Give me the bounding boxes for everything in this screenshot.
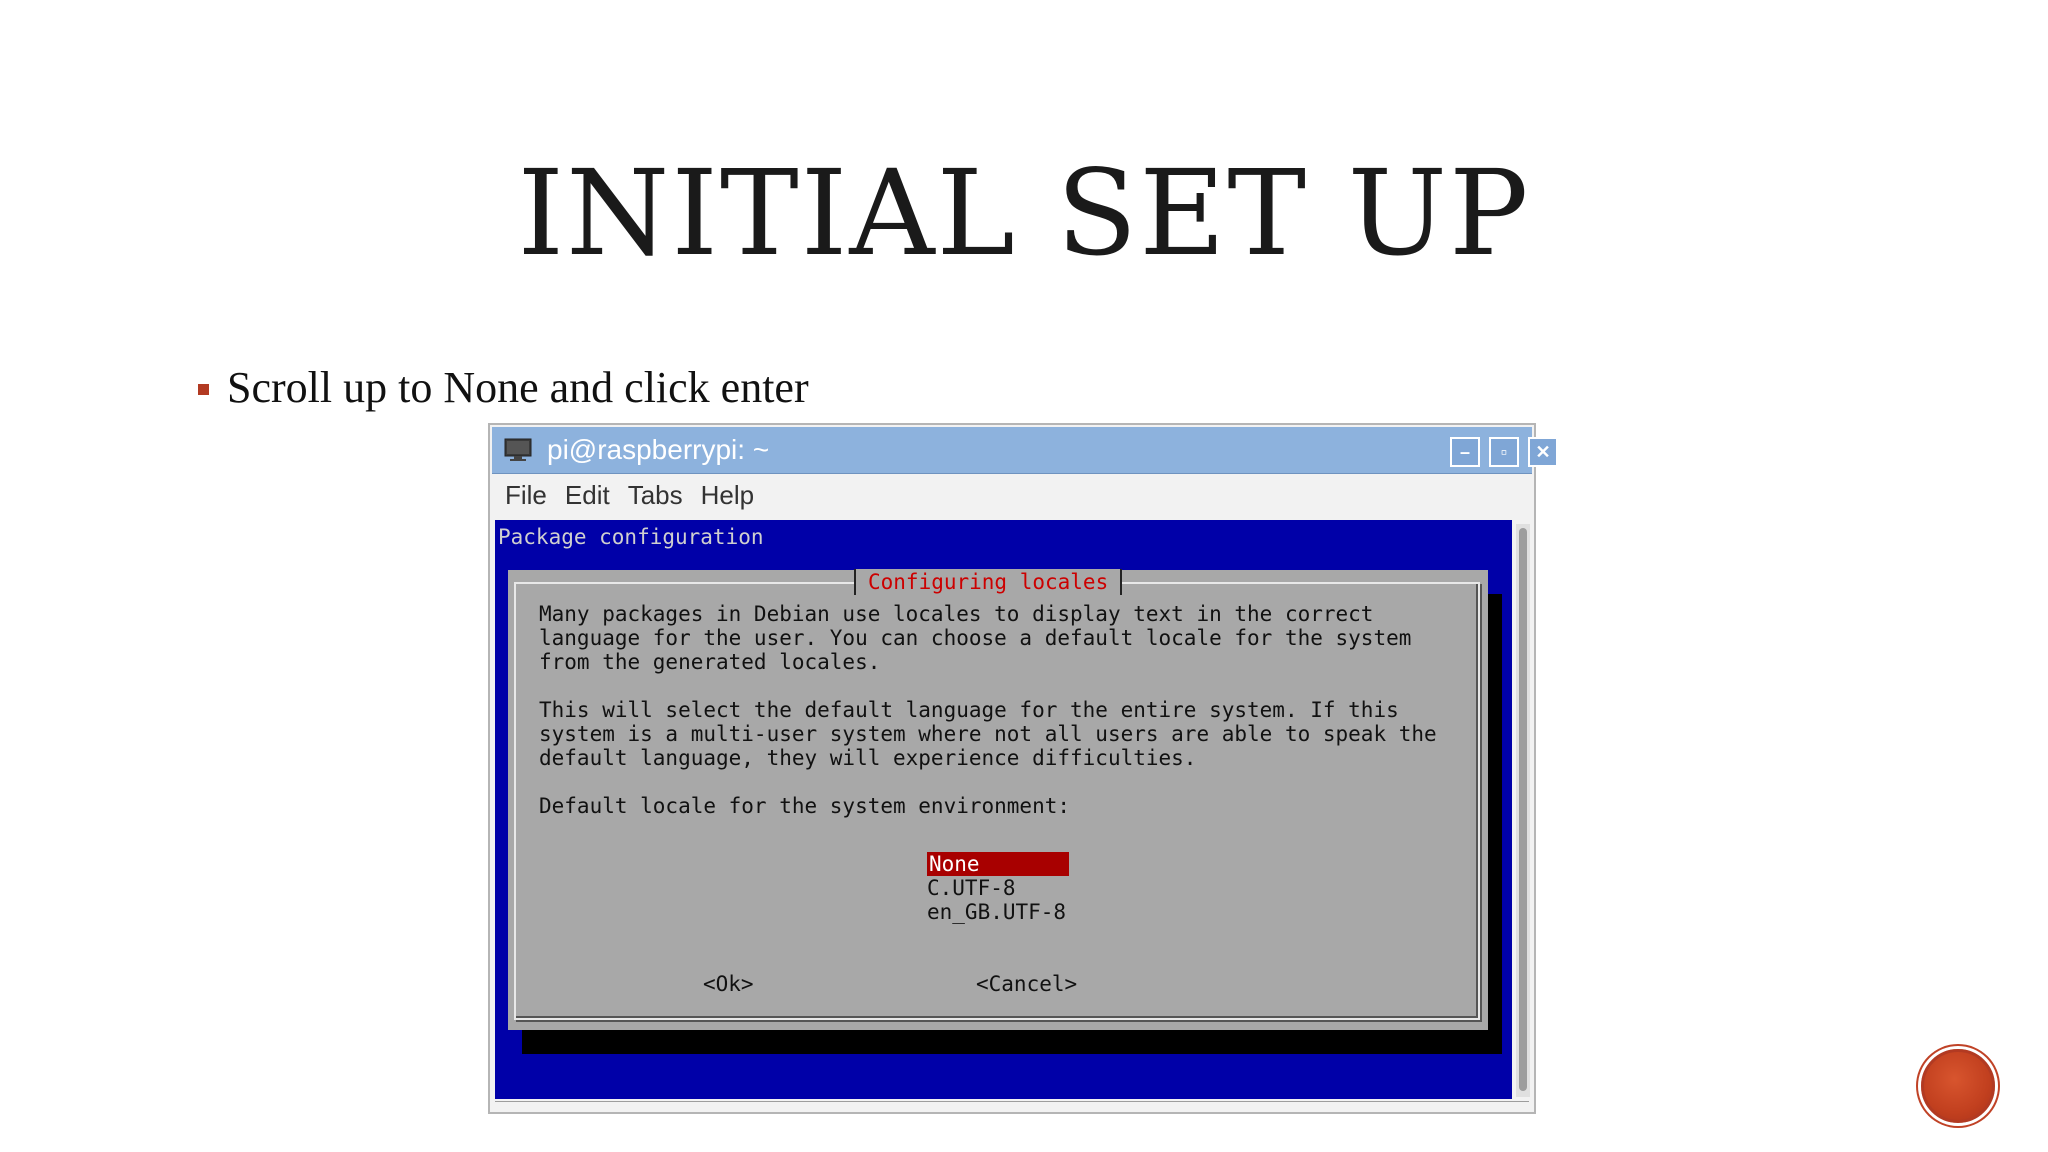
terminal-screen[interactable]: Package configuration Configuring locale… bbox=[495, 520, 1512, 1099]
window-titlebar[interactable]: pi@raspberrypi: ~ – ▫ ✕ bbox=[492, 427, 1558, 474]
dialog-frame: Configuring locales Many packages in Deb… bbox=[514, 569, 1480, 1020]
locale-option-none[interactable]: None bbox=[927, 852, 1069, 876]
dialog-line bbox=[539, 674, 1437, 698]
slide-nav-button[interactable] bbox=[1921, 1049, 1995, 1123]
cancel-button[interactable]: <Cancel> bbox=[976, 972, 1077, 996]
dialog-line bbox=[539, 770, 1437, 794]
bullet-square-icon bbox=[198, 383, 209, 395]
menu-tabs[interactable]: Tabs bbox=[619, 478, 692, 512]
locale-dialog: Configuring locales Many packages in Deb… bbox=[508, 569, 1488, 1030]
menu-help[interactable]: Help bbox=[692, 478, 763, 512]
dialog-line: from the generated locales. bbox=[539, 650, 881, 674]
dialog-line: language for the user. You can choose a … bbox=[539, 626, 1412, 650]
locale-list: None C.UTF-8 en_GB.UTF-8 bbox=[927, 852, 1069, 924]
minimize-button[interactable]: – bbox=[1450, 437, 1480, 467]
locale-option-en-gb-utf8[interactable]: en_GB.UTF-8 bbox=[927, 900, 1069, 924]
bullet-text: Scroll up to None and click enter bbox=[227, 362, 809, 412]
close-button[interactable]: ✕ bbox=[1528, 437, 1558, 467]
window-title: pi@raspberrypi: ~ bbox=[547, 434, 770, 465]
scrollbar-thumb[interactable] bbox=[1519, 528, 1527, 1091]
horizontal-scrollbar[interactable] bbox=[495, 1101, 1529, 1110]
dialog-line: default language, they will experience d… bbox=[539, 746, 1197, 770]
menu-edit[interactable]: Edit bbox=[556, 478, 619, 512]
locale-option-c-utf8[interactable]: C.UTF-8 bbox=[927, 876, 1069, 900]
terminal-icon bbox=[504, 438, 532, 461]
vertical-scrollbar[interactable] bbox=[1516, 524, 1530, 1097]
package-configuration-header: Package configuration bbox=[498, 525, 764, 549]
bullet-item: Scroll up to None and click enter bbox=[198, 362, 809, 412]
menu-file[interactable]: File bbox=[496, 478, 556, 512]
dialog-line: This will select the default language fo… bbox=[539, 698, 1399, 722]
dialog-line: system is a multi-user system where not … bbox=[539, 722, 1437, 746]
dialog-body: Many packages in Debian use locales to d… bbox=[539, 602, 1437, 818]
ok-button[interactable]: <Ok> bbox=[703, 972, 754, 996]
menu-bar: File Edit Tabs Help bbox=[492, 474, 1532, 516]
dialog-line: Default locale for the system environmen… bbox=[539, 794, 1071, 818]
dialog-title: Configuring locales bbox=[854, 569, 1123, 595]
terminal-window: pi@raspberrypi: ~ – ▫ ✕ File Edit Tabs H… bbox=[488, 423, 1558, 1114]
maximize-button[interactable]: ▫ bbox=[1489, 437, 1519, 467]
dialog-line: Many packages in Debian use locales to d… bbox=[539, 602, 1374, 626]
slide-title: INITIAL SET UP bbox=[517, 144, 1531, 282]
